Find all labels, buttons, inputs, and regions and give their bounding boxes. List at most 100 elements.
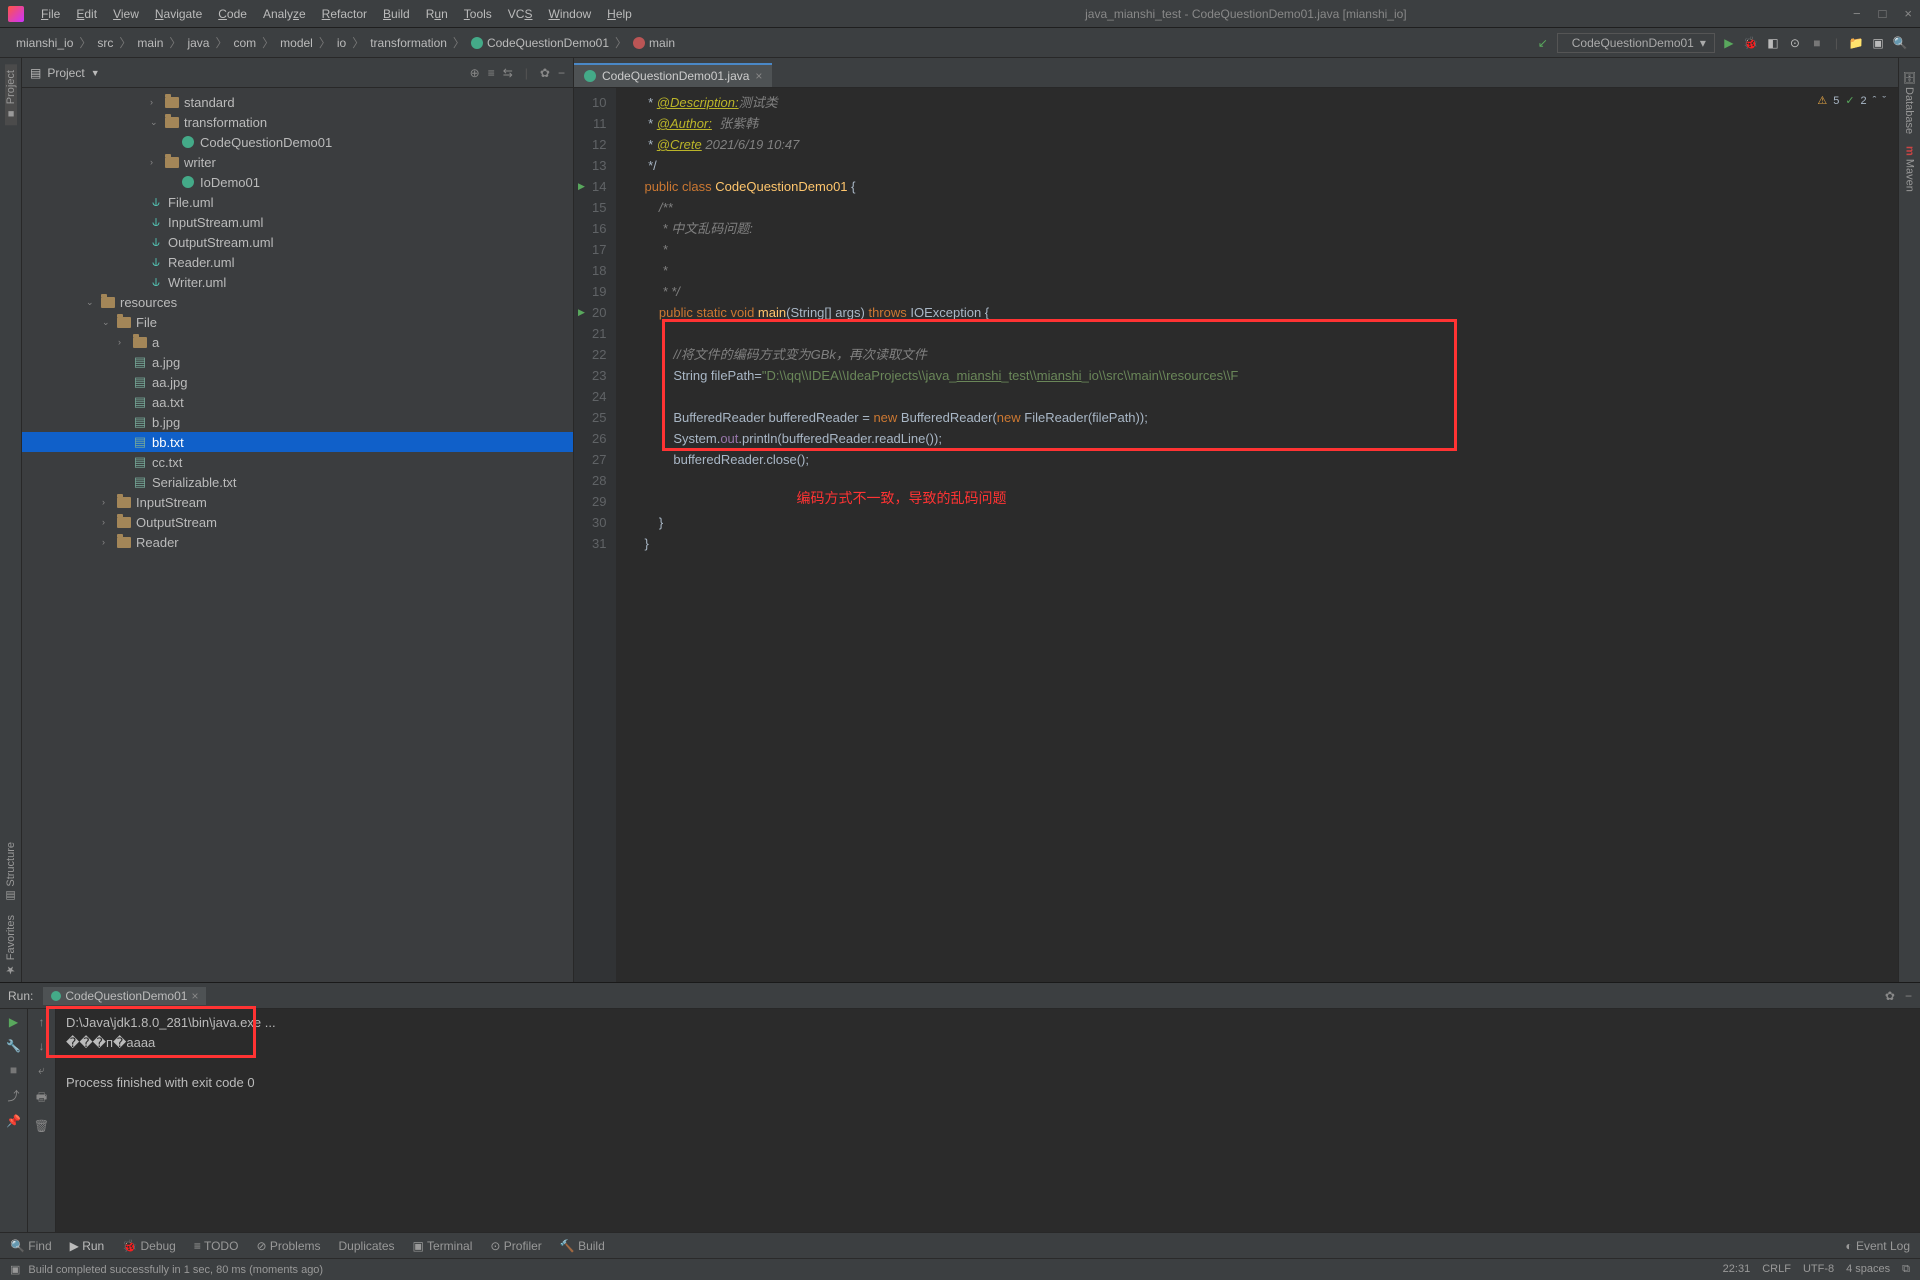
menu-analyze[interactable]: Analyze	[256, 3, 313, 25]
coverage-button[interactable]: ◧	[1765, 35, 1781, 51]
status-lock-icon[interactable]: ⧉	[1902, 1263, 1910, 1276]
wrap-icon[interactable]: ⤶	[38, 1063, 45, 1078]
editor-body[interactable]: 1011121314151617181920212223242526272829…	[574, 88, 1898, 982]
crumb-1[interactable]: src	[93, 34, 117, 52]
menu-help[interactable]: Help	[600, 3, 639, 25]
menu-navigate[interactable]: Navigate	[148, 3, 209, 25]
problems-tool[interactable]: ⊘ Problems	[256, 1239, 320, 1253]
favorites-tool-button[interactable]: ★ Favorites	[4, 909, 17, 982]
crumb-2[interactable]: main	[133, 34, 167, 52]
project-view-label[interactable]: Project	[47, 66, 84, 80]
tree-row[interactable]: ⌄File	[22, 312, 573, 332]
tree-row[interactable]: ▤b.jpg	[22, 412, 573, 432]
terminal-tool[interactable]: ▣ Terminal	[413, 1239, 473, 1253]
debug-tool[interactable]: 🐞 Debug	[122, 1239, 176, 1253]
tree-row[interactable]: ▤cc.txt	[22, 452, 573, 472]
tree-row[interactable]: ⫝Reader.uml	[22, 252, 573, 272]
stop-icon[interactable]: ■	[10, 1063, 17, 1077]
tree-row[interactable]: ⫝OutputStream.uml	[22, 232, 573, 252]
up-icon[interactable]: ↑	[39, 1015, 45, 1029]
down-icon[interactable]: ↓	[39, 1039, 45, 1053]
structure-tool-button[interactable]: ▤ Structure	[4, 836, 17, 909]
run-tool[interactable]: ▶ Run	[70, 1239, 105, 1253]
menu-code[interactable]: Code	[211, 3, 254, 25]
pin-icon[interactable]: 📌	[6, 1114, 21, 1128]
tree-row[interactable]: ⌄resources	[22, 292, 573, 312]
status-indent[interactable]: 4 spaces	[1846, 1263, 1890, 1276]
rerun-button[interactable]: ▶	[9, 1015, 18, 1029]
search-icon[interactable]: 🔍	[1892, 35, 1908, 51]
tree-row[interactable]: ›writer	[22, 152, 573, 172]
duplicates-tool[interactable]: Duplicates	[339, 1239, 395, 1253]
tree-row[interactable]: ⫝Writer.uml	[22, 272, 573, 292]
run-hide-icon[interactable]: −	[1905, 989, 1912, 1003]
run-settings-icon[interactable]: ✿	[1885, 989, 1895, 1003]
expand-icon[interactable]: ≡	[488, 66, 495, 80]
layout-icon[interactable]: ▣	[1870, 35, 1886, 51]
menu-vcs[interactable]: VCS	[501, 3, 540, 25]
stop-button[interactable]: ■	[1809, 35, 1825, 51]
menu-view[interactable]: View	[106, 3, 146, 25]
tree-row[interactable]: CodeQuestionDemo01	[22, 132, 573, 152]
crumb-class[interactable]: CodeQuestionDemo01	[467, 34, 613, 52]
profiler-tool[interactable]: ⊙ Profiler	[490, 1239, 541, 1253]
menu-run[interactable]: Run	[419, 3, 455, 25]
find-tool[interactable]: 🔍 Find	[10, 1239, 52, 1253]
profile-button[interactable]: ⊙	[1787, 35, 1803, 51]
event-log[interactable]: ◐ Event Log	[1845, 1239, 1910, 1253]
expand-down-icon[interactable]: ˇ	[1882, 95, 1886, 107]
close-tab-icon[interactable]: ×	[755, 69, 762, 83]
wrench-icon[interactable]: 🔧	[6, 1039, 21, 1053]
collapse-icon[interactable]: ⇆	[503, 66, 513, 80]
run-config-select[interactable]: CodeQuestionDemo01▾	[1557, 33, 1715, 53]
maximize-button[interactable]: □	[1879, 6, 1887, 21]
expand-up-icon[interactable]: ˆ	[1873, 95, 1877, 107]
trash-icon[interactable]: 🗑	[34, 1119, 49, 1133]
print-icon[interactable]: 🖶	[36, 1088, 47, 1109]
run-button[interactable]: ▶	[1721, 35, 1737, 51]
crumb-method[interactable]: main	[629, 34, 679, 52]
crumb-6[interactable]: io	[333, 34, 350, 52]
vcs-icon[interactable]: 📁	[1848, 35, 1864, 51]
debug-button[interactable]: 🐞	[1743, 35, 1759, 51]
todo-tool[interactable]: ≡ TODO	[194, 1239, 239, 1253]
run-tab[interactable]: CodeQuestionDemo01 ×	[43, 987, 206, 1005]
menu-file[interactable]: File	[34, 3, 67, 25]
editor-tab[interactable]: CodeQuestionDemo01.java ×	[574, 63, 772, 87]
status-icon[interactable]: ▣	[10, 1263, 20, 1276]
close-run-tab-icon[interactable]: ×	[191, 989, 198, 1003]
tree-row[interactable]: ›standard	[22, 92, 573, 112]
tree-row[interactable]: ⌄transformation	[22, 112, 573, 132]
build-tool[interactable]: 🔨 Build	[560, 1239, 605, 1253]
exit-icon[interactable]: ⤴	[7, 1087, 19, 1104]
menu-edit[interactable]: Edit	[69, 3, 104, 25]
status-line-sep[interactable]: CRLF	[1762, 1263, 1791, 1276]
menu-window[interactable]: Window	[541, 3, 598, 25]
tree-row[interactable]: ⫝File.uml	[22, 192, 573, 212]
status-encoding[interactable]: UTF-8	[1803, 1263, 1834, 1276]
status-cursor[interactable]: 22:31	[1723, 1263, 1751, 1276]
crumb-7[interactable]: transformation	[366, 34, 451, 52]
build-icon[interactable]: ↙	[1535, 35, 1551, 51]
project-tool-button[interactable]: ■ Project	[5, 64, 17, 125]
tree-row[interactable]: ▤aa.txt	[22, 392, 573, 412]
crumb-0[interactable]: mianshi_io	[12, 34, 77, 52]
tree-row[interactable]: ▤a.jpg	[22, 352, 573, 372]
close-button[interactable]: ×	[1904, 6, 1912, 21]
menu-tools[interactable]: Tools	[457, 3, 499, 25]
tree-row[interactable]: ▤aa.jpg	[22, 372, 573, 392]
run-output[interactable]: D:\Java\jdk1.8.0_281\bin\java.exe ...���…	[56, 1009, 1920, 1232]
tree-row[interactable]: ▤bb.txt	[22, 432, 573, 452]
tree-row[interactable]: IoDemo01	[22, 172, 573, 192]
menu-refactor[interactable]: Refactor	[315, 3, 374, 25]
crumb-3[interactable]: java	[183, 34, 213, 52]
minimize-button[interactable]: −	[1853, 6, 1861, 21]
project-tree[interactable]: ›standard⌄transformationCodeQuestionDemo…	[22, 88, 573, 982]
maven-tool-button[interactable]: m Maven	[1904, 140, 1916, 198]
tree-row[interactable]: ›Reader	[22, 532, 573, 552]
tree-row[interactable]: ▤Serializable.txt	[22, 472, 573, 492]
tree-row[interactable]: ›a	[22, 332, 573, 352]
settings-icon[interactable]: ✿	[540, 66, 550, 80]
inspection-status[interactable]: ⚠5 ✓2 ˆ ˇ	[1817, 94, 1886, 107]
locate-icon[interactable]: ⊕	[470, 66, 480, 80]
